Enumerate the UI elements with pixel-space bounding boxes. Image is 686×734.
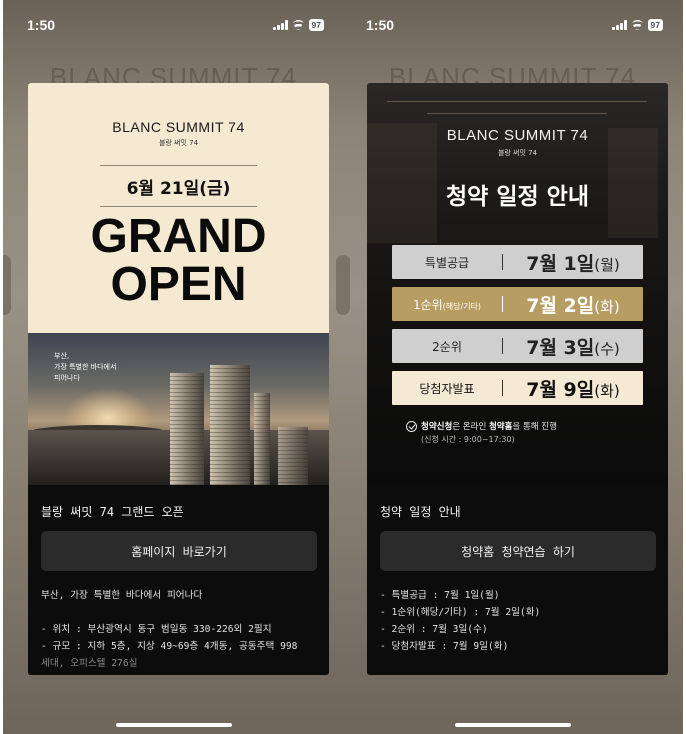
- photo-caption: 부산, 가장 특별한 바다에서 피어나다: [54, 352, 117, 382]
- poster-header: BLANC SUMMIT 74 블랑 써밋 74 6월 21일(금) GRAND…: [28, 83, 329, 333]
- description-line: 세대, 오피스텔 276실: [41, 658, 138, 669]
- grand-open-poster[interactable]: BLANC SUMMIT 74 블랑 써밋 74 6월 21일(금) GRAND…: [28, 83, 329, 485]
- building-photo: 부산, 가장 특별한 바다에서 피어나다: [28, 333, 329, 485]
- post-card[interactable]: BLANC SUMMIT 74 블랑 써밋 74 6월 21일(금) GRAND…: [28, 83, 329, 675]
- home-indicator[interactable]: [115, 723, 232, 727]
- application-note: 청약신청은 온라인 청약홈을 통해 진행: [406, 420, 557, 432]
- status-time: 1:50: [366, 17, 395, 33]
- list-item: - 특별공급 : 7월 1일(월): [380, 590, 500, 601]
- post-description: 부산, 가장 특별한 바다에서 피어나다 - 위치 : 부산광역시 동구 범일동…: [41, 587, 321, 672]
- post-title: 청약 일정 안내: [380, 505, 461, 519]
- schedule-row-special: 특별공급 7월 1일(월): [392, 245, 643, 279]
- post-content: 블랑 써밋 74 그랜드 오픈 홈페이지 바로가기 부산, 가장 특별한 바다에…: [28, 485, 329, 675]
- ceiling-light: [427, 113, 607, 114]
- brand-subtitle: 블랑 써밋 74: [497, 149, 538, 157]
- cellular-signal-icon: [612, 20, 627, 30]
- wifi-icon: [631, 20, 644, 30]
- brand-title: BLANC SUMMIT 74: [446, 127, 589, 144]
- background-shape: [3, 255, 11, 315]
- brand-subtitle: 블랑 써밋 74: [158, 139, 199, 147]
- status-bar: 1:50 97: [3, 0, 344, 50]
- schedule-heading: 청약 일정 안내: [446, 184, 589, 210]
- tower: [170, 373, 204, 485]
- status-icons: 97: [273, 19, 324, 31]
- description-line: - 규모 : 지하 5층, 지상 49~69층 4개동, 공동주택 998: [41, 641, 298, 652]
- list-item: - 2순위 : 7월 3일(수): [380, 624, 488, 635]
- battery-icon: 97: [308, 19, 324, 31]
- tower: [254, 393, 270, 485]
- schedule-poster[interactable]: BLANC SUMMIT 74 블랑 써밋 74 청약 일정 안내 특별공급 7…: [367, 83, 668, 485]
- wifi-icon: [292, 20, 305, 30]
- schedule-row-first: 1순위(해당/기타) 7월 2일(화): [392, 287, 643, 321]
- tower: [210, 365, 250, 485]
- check-circle-icon: [406, 420, 417, 432]
- status-time: 1:50: [27, 17, 56, 33]
- cellular-signal-icon: [273, 20, 288, 30]
- post-content: 청약 일정 안내 청약홈 청약연습 하기 - 특별공급 : 7월 1일(월) -…: [367, 485, 668, 675]
- background-shape: [342, 255, 350, 315]
- status-bar: 1:50 97: [342, 0, 683, 50]
- description-line: - 위치 : 부산광역시 동구 범일동 330-226외 2필지: [41, 624, 272, 635]
- description-line: 부산, 가장 특별한 바다에서 피어나다: [41, 590, 203, 601]
- application-hours: (신청 시간 : 9:00~17:30): [421, 435, 515, 444]
- headline-grand: GRAND: [90, 210, 267, 263]
- battery-icon: 97: [647, 19, 663, 31]
- home-indicator[interactable]: [454, 723, 571, 727]
- schedule-row-second: 2순위 7월 3일(수): [392, 329, 643, 363]
- list-item: - 1순위(해당/기타) : 7월 2일(화): [380, 607, 541, 618]
- brand-title: BLANC SUMMIT 74: [112, 119, 245, 135]
- post-title: 블랑 써밋 74 그랜드 오픈: [41, 505, 184, 519]
- phone-screen-left: 1:50 97 BLANC SUMMIT 74 BLANC SUMMIT 74 …: [3, 0, 344, 734]
- list-item: - 당첨자발표 : 7월 9일(화): [380, 641, 509, 652]
- practice-application-button[interactable]: 청약홈 청약연습 하기: [380, 531, 656, 571]
- headline-open: OPEN: [110, 258, 247, 311]
- homepage-button[interactable]: 홈페이지 바로가기: [41, 531, 317, 571]
- schedule-list: - 특별공급 : 7월 1일(월) - 1순위(해당/기타) : 7월 2일(화…: [380, 587, 660, 655]
- open-date: 6월 21일(금): [100, 165, 257, 207]
- schedule-row-winners: 당첨자발표 7월 9일(화): [392, 371, 643, 405]
- phone-screen-right: 1:50 97 BLANC SUMMIT 74 BLANC SUMMIT 74 …: [342, 0, 683, 734]
- post-card[interactable]: BLANC SUMMIT 74 블랑 써밋 74 청약 일정 안내 특별공급 7…: [367, 83, 668, 675]
- tower: [278, 427, 308, 485]
- ceiling-light: [387, 101, 647, 102]
- status-icons: 97: [612, 19, 663, 31]
